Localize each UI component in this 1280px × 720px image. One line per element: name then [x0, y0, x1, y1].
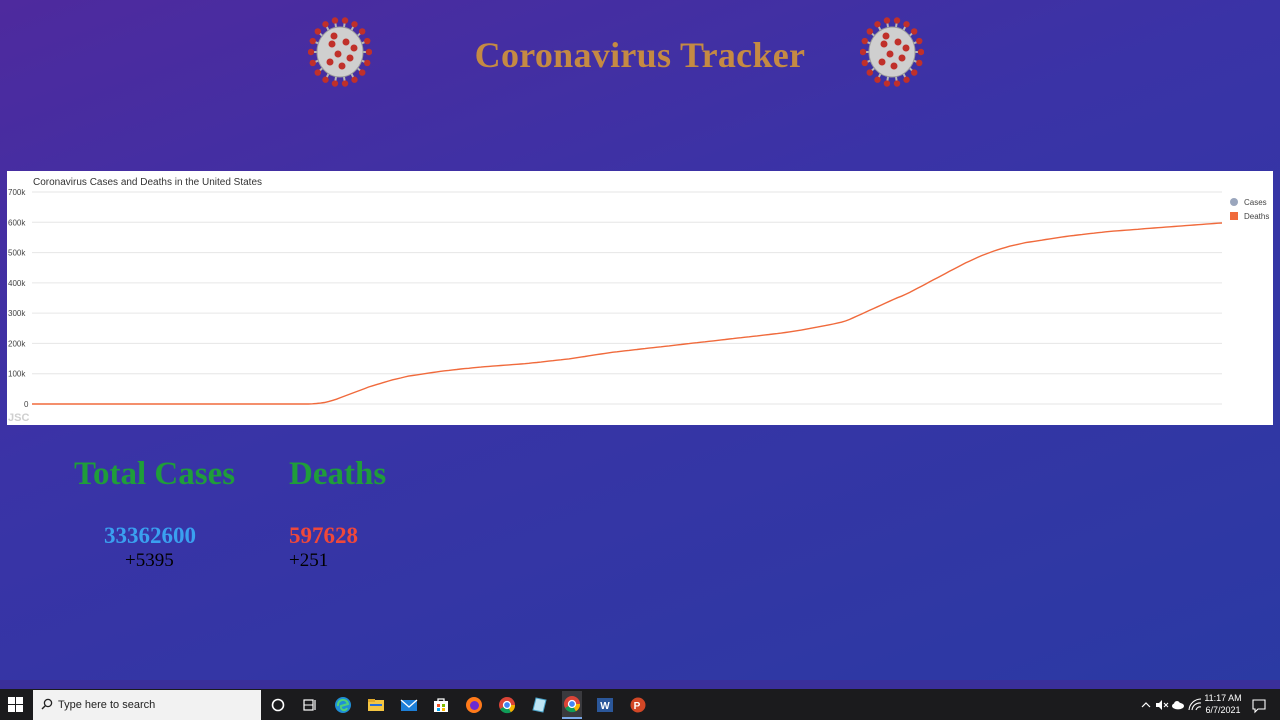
- page-title: Coronavirus Tracker: [474, 35, 806, 75]
- task-view-icon[interactable]: [300, 695, 320, 715]
- svg-text:W: W: [600, 701, 610, 712]
- clock-time: 11:17 AM: [1204, 693, 1242, 703]
- y-axis-ticks: 0 100k 200k 300k 400k 500k 600k 700k: [8, 188, 29, 409]
- legend-item-deaths[interactable]: Deaths: [1230, 212, 1269, 221]
- chart-legend[interactable]: Cases Deaths: [1230, 198, 1269, 221]
- store-icon[interactable]: [431, 695, 451, 715]
- y-tick-label: 400k: [8, 279, 26, 288]
- header: Coronavirus Tracker: [0, 0, 1280, 110]
- chart-gridlines: [32, 191, 1222, 405]
- taskbar-clock[interactable]: 11:17 AM 6/7/2021: [1200, 692, 1246, 716]
- y-tick-label: 500k: [8, 249, 26, 258]
- y-tick-label: 600k: [8, 218, 26, 227]
- legend-swatch: [1230, 198, 1238, 206]
- chrome-active-icon[interactable]: [562, 691, 582, 719]
- y-tick-label: 0: [24, 400, 29, 409]
- search-placeholder: Type here to search: [58, 699, 156, 711]
- file-explorer-icon[interactable]: [366, 695, 386, 715]
- chrome-icon[interactable]: [497, 695, 517, 715]
- deaths-value: 597628: [289, 523, 358, 548]
- deaths-heading: Deaths: [289, 456, 387, 492]
- y-tick-label: 700k: [8, 188, 26, 197]
- notifications-icon[interactable]: [1250, 695, 1268, 715]
- onedrive-icon[interactable]: [1170, 695, 1186, 715]
- notepad-icon[interactable]: [530, 695, 550, 715]
- line-chart: Coronavirus Cases and Deaths in the Unit…: [8, 177, 1269, 424]
- clock-date: 6/7/2021: [1205, 705, 1241, 715]
- legend-label: Deaths: [1244, 212, 1269, 221]
- legend-item-cases[interactable]: Cases: [1230, 198, 1267, 207]
- cortana-icon[interactable]: [268, 695, 288, 715]
- y-tick-label: 100k: [8, 370, 26, 379]
- total-cases-delta: +5395: [125, 550, 174, 571]
- svg-text:P: P: [634, 701, 641, 712]
- y-tick-label: 200k: [8, 339, 26, 348]
- total-cases-heading: Total Cases: [74, 456, 236, 492]
- chevron-up-icon[interactable]: [1138, 695, 1154, 715]
- y-tick-label: 300k: [8, 309, 26, 318]
- legend-label: Cases: [1244, 198, 1267, 207]
- mail-icon[interactable]: [399, 695, 419, 715]
- total-cases-value: 33362600: [104, 523, 196, 548]
- chart-panel: Coronavirus Cases and Deaths in the Unit…: [7, 171, 1273, 425]
- legend-swatch: [1230, 212, 1238, 220]
- search-icon: [41, 698, 53, 710]
- taskbar-search-box[interactable]: Type here to search: [33, 690, 261, 720]
- word-icon[interactable]: W: [595, 695, 615, 715]
- taskbar: Type here to search W P 11:17 AM 6/7/202…: [0, 689, 1280, 720]
- coronavirus-icon: [860, 17, 924, 87]
- chart-title: Coronavirus Cases and Deaths in the Unit…: [33, 177, 262, 188]
- windows-start-icon[interactable]: [8, 697, 24, 713]
- page-bottom-strip: [0, 680, 1280, 689]
- edge-icon[interactable]: [333, 695, 353, 715]
- firefox-icon[interactable]: [464, 695, 484, 715]
- deaths-delta: +251: [289, 550, 329, 571]
- chart-watermark: JSC: [8, 412, 29, 424]
- powerpoint-icon[interactable]: P: [628, 695, 648, 715]
- volume-muted-icon[interactable]: [1154, 695, 1170, 715]
